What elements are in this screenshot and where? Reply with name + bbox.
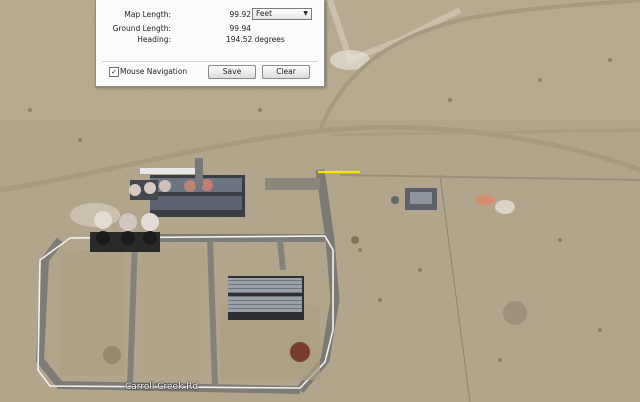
heading-value: 194.52 degrees [226,35,285,44]
ground-length-value: 99.94 [229,24,251,33]
chevron-down-icon: ▼ [303,10,308,17]
save-button[interactable]: Save [208,65,256,79]
unit-select[interactable]: Feet ▼ [252,8,312,20]
unit-select-value: Feet [256,9,273,18]
ground-length-label: Ground Length: [112,24,171,33]
clear-button[interactable]: Clear [262,65,310,79]
hangar-building [228,276,304,320]
mouse-navigation-checkbox[interactable]: ✓ [109,67,119,77]
heading-row: Heading: 194.52 degrees [96,34,324,45]
divider [102,61,318,62]
mouse-navigation-label: Mouse Navigation [120,67,188,76]
map-length-value: 99.92 [229,10,251,19]
heading-label: Heading: [137,35,171,44]
round-pad [290,342,310,362]
ruler-dialog[interactable]: Map Length: 99.92 Feet ▼ Ground Length: … [95,0,325,87]
map-length-label: Map Length: [124,10,171,19]
checkmark-icon: ✓ [111,68,117,76]
road-label: Carroll Creek Rd [125,382,199,392]
